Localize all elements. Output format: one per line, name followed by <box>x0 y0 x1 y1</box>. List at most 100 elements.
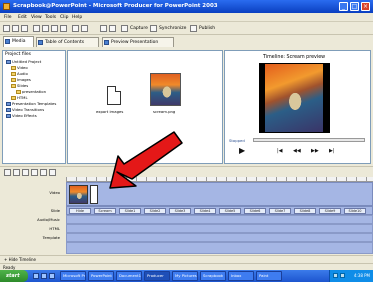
minimize-button[interactable]: _ <box>339 2 348 11</box>
next-icon[interactable]: ▶| <box>329 147 335 155</box>
tree-item-images[interactable]: Images <box>11 77 31 82</box>
copy-icon[interactable] <box>51 25 58 32</box>
taskbar-item[interactable]: Microsoft Pro... <box>60 271 86 281</box>
split-icon[interactable] <box>40 169 47 176</box>
tree-item-templates[interactable]: Presentation Templates <box>6 101 56 106</box>
media-caption: scream.png <box>153 109 176 114</box>
document-clip[interactable] <box>90 185 98 204</box>
folder-icon <box>6 114 11 118</box>
save-icon[interactable] <box>21 25 28 32</box>
rewind-icon[interactable]: ◀◀ <box>293 147 301 155</box>
synchronize-label[interactable]: Synchronize <box>159 26 186 31</box>
view-tabs: Media Table of Contents Preview Presenta… <box>0 36 373 47</box>
scream-clip[interactable] <box>69 185 88 204</box>
tab-toc-label: Table of Contents <box>45 40 85 45</box>
new-icon[interactable] <box>3 25 10 32</box>
previous-icon[interactable]: |◀ <box>277 147 283 155</box>
slide-cell[interactable]: Slide10 <box>344 208 366 214</box>
video-track[interactable] <box>66 182 373 206</box>
grid-icon[interactable] <box>109 25 116 32</box>
zoom-in-icon[interactable] <box>4 169 11 176</box>
tree-item-transitions[interactable]: Video Transitions <box>6 107 44 112</box>
menu-edit[interactable]: Edit <box>18 15 27 20</box>
tree-item-audio[interactable]: Audio <box>11 71 28 76</box>
publish-icon[interactable] <box>190 25 197 32</box>
taskbar: start Microsoft Pro... PowerPoint Docume… <box>0 270 373 282</box>
tab-media[interactable]: Media <box>3 36 34 47</box>
play-timeline-icon[interactable] <box>31 169 38 176</box>
publish-label[interactable]: Publish <box>199 26 215 31</box>
delete-icon[interactable] <box>60 25 67 32</box>
rewind-timeline-icon[interactable] <box>22 169 29 176</box>
taskbar-item[interactable]: PowerPoint <box>88 271 114 281</box>
taskbar-item[interactable]: Inbox <box>228 271 254 281</box>
slide-cell[interactable]: Slide3 <box>169 208 191 214</box>
menu-view[interactable]: View <box>31 15 42 20</box>
slide-cell[interactable]: Slide9 <box>319 208 341 214</box>
tray-icon[interactable] <box>340 273 345 278</box>
tree-item-presentation[interactable]: presentation <box>16 89 46 94</box>
tab-table-of-contents[interactable]: Table of Contents <box>36 37 99 47</box>
taskbar-item[interactable]: My Pictures <box>172 271 198 281</box>
redo-icon[interactable] <box>81 25 88 32</box>
slide-cell[interactable]: Slide2 <box>144 208 166 214</box>
taskbar-item[interactable]: Producer <box>144 271 170 281</box>
synchronize-icon[interactable] <box>150 25 157 32</box>
scream-image-thumbnail[interactable] <box>150 73 181 106</box>
capture-icon[interactable] <box>121 25 128 32</box>
undo-icon[interactable] <box>72 25 79 32</box>
template-track[interactable] <box>66 233 373 242</box>
capture-label[interactable]: Capture <box>130 26 148 31</box>
tab-preview-presentation[interactable]: Preview Presentation <box>102 37 174 47</box>
quicklaunch-icon[interactable] <box>41 273 47 279</box>
html-track[interactable] <box>66 224 373 233</box>
close-button[interactable]: × <box>361 2 370 11</box>
import-icon[interactable] <box>33 25 40 32</box>
menu-clip[interactable]: Clip <box>60 15 69 20</box>
cut-icon[interactable] <box>42 25 49 32</box>
slide-cell[interactable]: Slide6 <box>244 208 266 214</box>
menu-help[interactable]: Help <box>72 15 82 20</box>
seek-bar[interactable] <box>253 138 365 142</box>
fast-forward-icon[interactable]: ▶▶ <box>311 147 319 155</box>
slide-cell[interactable]: Slide1 <box>119 208 141 214</box>
tree-item-project[interactable]: Untitled Project <box>6 59 41 64</box>
preview-icon <box>104 40 109 45</box>
tree-item-video[interactable]: Video <box>11 65 28 70</box>
play-icon[interactable]: ▶ <box>239 147 245 155</box>
app-window: Scrapbook@PowerPoint - Microsoft Produce… <box>0 0 373 282</box>
project-files-pane: Project files Untitled Project Video Aud… <box>2 50 66 164</box>
slide-cell[interactable]: Hide <box>69 208 91 214</box>
zoom-out-icon[interactable] <box>13 169 20 176</box>
taskbar-item[interactable]: Paint <box>256 271 282 281</box>
slide-cell[interactable]: Slide7 <box>269 208 291 214</box>
narrate-icon[interactable] <box>49 169 56 176</box>
tree-item-slides[interactable]: Slides <box>11 83 28 88</box>
quicklaunch-icon[interactable] <box>33 273 39 279</box>
audio-track[interactable] <box>66 215 373 224</box>
tree-item-html[interactable]: HTML <box>11 95 28 100</box>
preview-screen <box>259 63 330 133</box>
open-icon[interactable] <box>12 25 19 32</box>
tray-icon[interactable] <box>333 273 338 278</box>
taskbar-item[interactable]: Scrapbook <box>200 271 226 281</box>
taskbar-item[interactable]: Document1 <box>116 271 142 281</box>
timeline-empty-area[interactable] <box>66 242 373 254</box>
toolbar: Capture Synchronize Publish <box>0 22 373 35</box>
slide-cell[interactable]: Slide4 <box>194 208 216 214</box>
menu-file[interactable]: File <box>4 15 12 20</box>
preview-title: Timeline: Scream preview <box>263 55 326 60</box>
slide-track[interactable]: Hide Scream Slide1 Slide2 Slide3 Slide4 … <box>66 206 373 215</box>
title-bar[interactable]: Scrapbook@PowerPoint - Microsoft Produce… <box>0 0 373 13</box>
slide-cell[interactable]: Slide8 <box>294 208 316 214</box>
layout-icon[interactable] <box>100 25 107 32</box>
slide-cell[interactable]: Slide5 <box>219 208 241 214</box>
maximize-button[interactable]: □ <box>350 2 359 11</box>
menu-tools[interactable]: Tools <box>45 15 56 20</box>
tree-item-effects[interactable]: Video Effects <box>6 113 37 118</box>
slide-cell[interactable]: Scream <box>94 208 116 214</box>
hide-timeline-toggle[interactable]: + Hide Timeline <box>4 257 36 262</box>
quicklaunch-icon[interactable] <box>49 273 55 279</box>
document-icon[interactable] <box>107 86 121 105</box>
start-button[interactable]: start <box>0 270 28 282</box>
